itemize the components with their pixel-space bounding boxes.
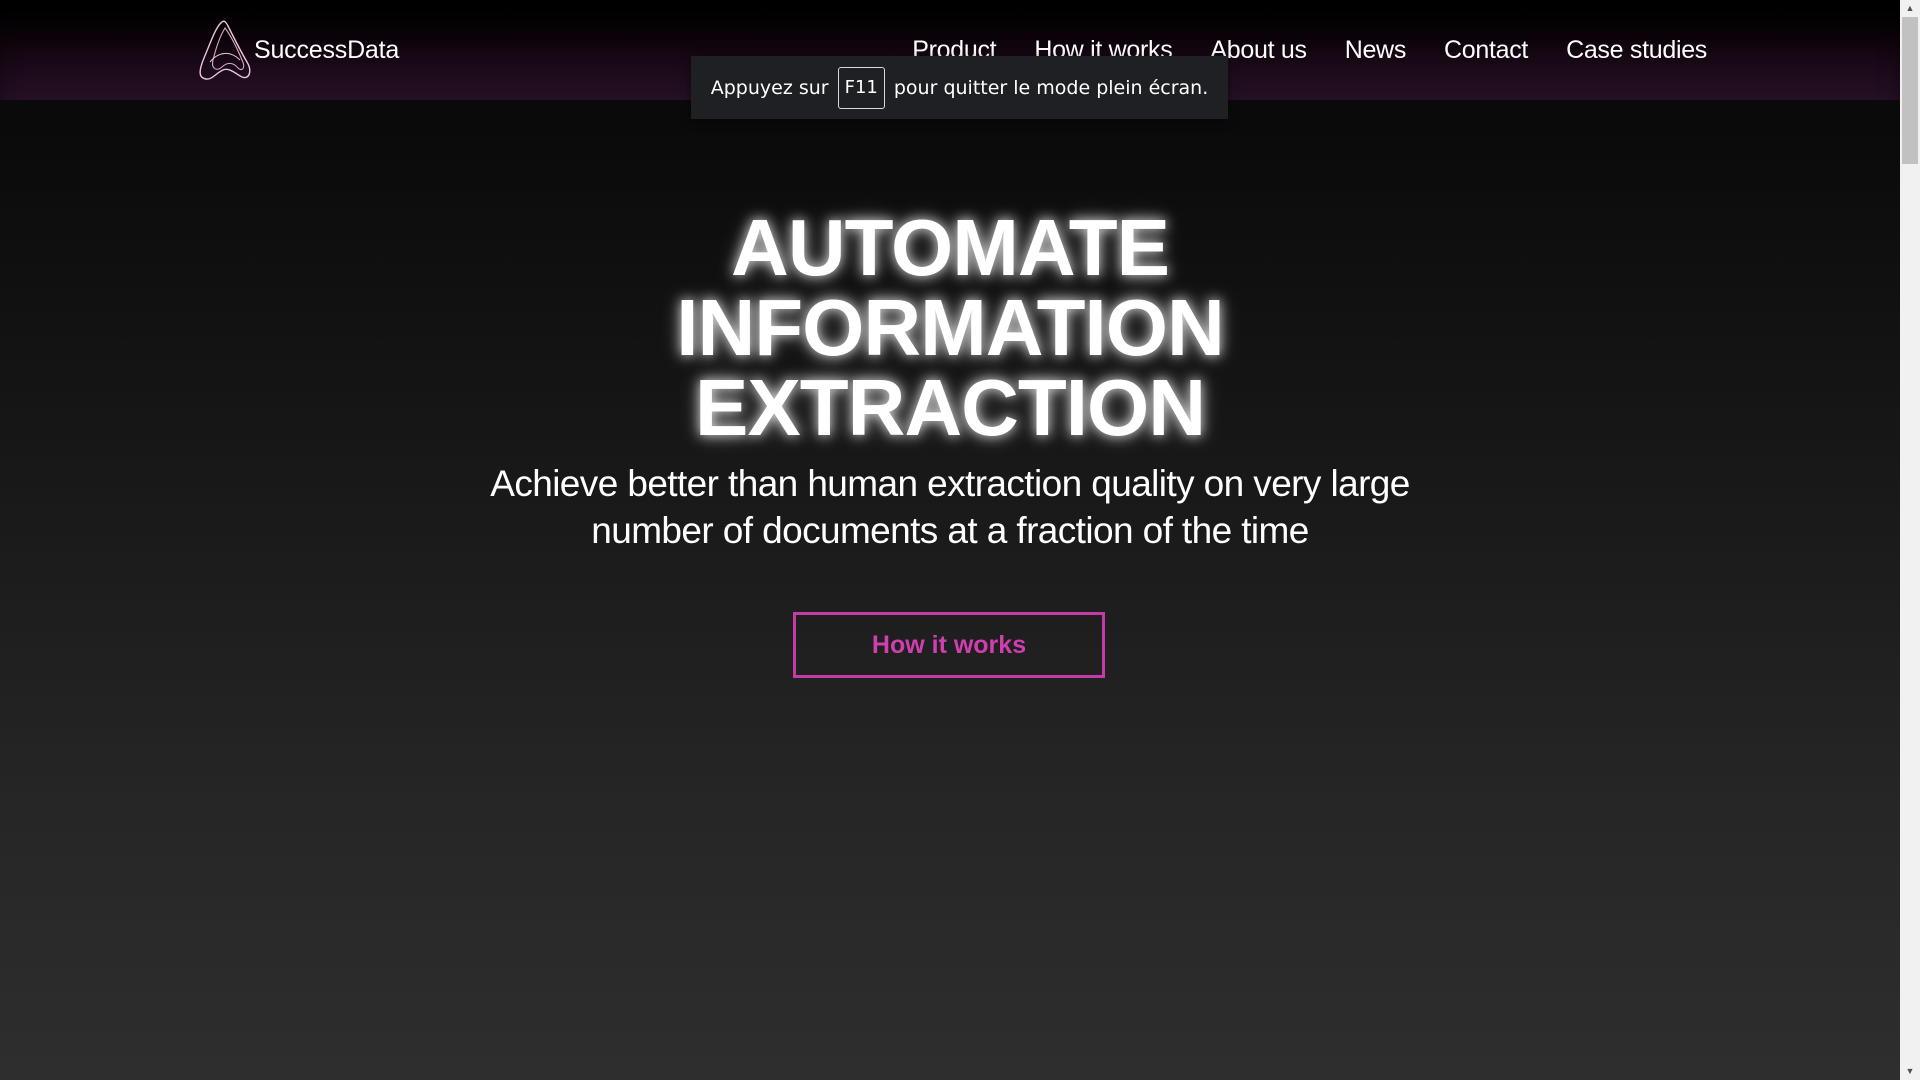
- successdata-logo-icon: [199, 20, 251, 80]
- scrollbar-thumb[interactable]: [1902, 17, 1918, 164]
- fullscreen-notice-prefix: Appuyez sur: [710, 76, 829, 99]
- brand-name: SuccessData: [254, 35, 400, 64]
- browser-page: SuccessData Product How it works About u…: [0, 0, 1920, 1080]
- page-viewport: SuccessData Product How it works About u…: [0, 0, 1900, 1080]
- nav-contact[interactable]: Contact: [1444, 30, 1528, 70]
- fullscreen-exit-notice: Appuyez sur F11 pour quitter le mode ple…: [691, 56, 1228, 119]
- hero-title: AUTOMATE INFORMATION EXTRACTION: [0, 208, 1900, 448]
- f11-key: F11: [837, 66, 885, 109]
- scroll-down-arrow-icon[interactable]: ▼: [1900, 1063, 1920, 1080]
- hero-title-line-2: INFORMATION: [676, 283, 1224, 372]
- vertical-scrollbar[interactable]: ▲ ▼: [1900, 0, 1920, 1080]
- brand-logo-link[interactable]: SuccessData: [196, 18, 399, 82]
- hero-subtitle: Achieve better than human extraction qua…: [490, 463, 1410, 551]
- nav-case-studies[interactable]: Case studies: [1566, 30, 1707, 70]
- nav-news[interactable]: News: [1345, 30, 1407, 70]
- how-it-works-button[interactable]: How it works: [793, 612, 1105, 678]
- hero-title-line-3: EXTRACTION: [695, 363, 1206, 452]
- scroll-up-arrow-icon[interactable]: ▲: [1900, 0, 1920, 17]
- fullscreen-notice-suffix: pour quitter le mode plein écran.: [893, 76, 1209, 99]
- hero-title-line-1: AUTOMATE: [731, 203, 1170, 292]
